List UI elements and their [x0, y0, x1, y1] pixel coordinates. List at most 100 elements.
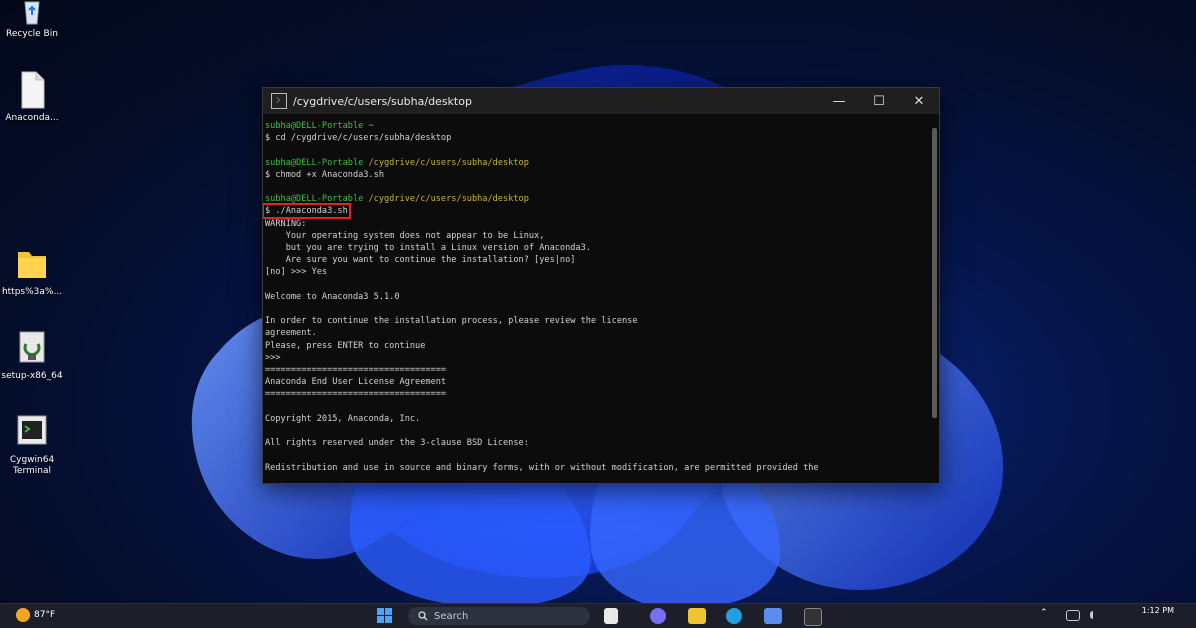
desktop-icon-cygwin-terminal[interactable]: Cygwin64 Terminal [0, 412, 64, 477]
desktop-icon-cygwin-setup[interactable]: setup-x86_64 [0, 328, 64, 382]
network-icon[interactable] [1066, 610, 1080, 621]
minimize-button[interactable]: — [819, 88, 859, 114]
close-button[interactable]: ✕ [899, 88, 939, 114]
taskbar-search[interactable]: Search [408, 607, 590, 625]
terminal-line: subha@DELL-Portable /cygdrive/c/users/su… [265, 157, 929, 169]
terminal-text: $ chmod +x Anaconda3.sh [265, 169, 384, 180]
prompt-path: /cygdrive/c/users/subha/desktop [363, 194, 529, 205]
start-button[interactable] [376, 608, 394, 624]
installer-icon [14, 328, 50, 368]
terminal-line: Welcome to Anaconda3 5.1.0 [265, 291, 929, 303]
terminal-line: =================================== [265, 388, 929, 400]
terminal-line: In order to continue the installation pr… [265, 315, 929, 327]
terminal-text: =================================== [265, 365, 447, 376]
file-explorer-icon[interactable] [688, 608, 706, 624]
terminal-line: Please, press ENTER to continue [265, 340, 929, 352]
terminal-line [265, 401, 929, 413]
terminal-line [265, 449, 929, 461]
terminal-text: Redistribution and use in source and bin… [265, 462, 819, 473]
terminal-text: Anaconda End User License Agreement [265, 377, 447, 388]
scrollbar[interactable] [932, 128, 937, 418]
terminal-line: subha@DELL-Portable /cygdrive/c/users/su… [265, 193, 929, 205]
window-titlebar[interactable]: /cygdrive/c/users/subha/desktop — ☐ ✕ [263, 88, 939, 114]
terminal-line: $ cd /cygdrive/c/users/subha/desktop [265, 132, 929, 144]
desktop-icon-recycle-bin[interactable]: Recycle Bin [0, 0, 64, 40]
terminal-window[interactable]: /cygdrive/c/users/subha/desktop — ☐ ✕ su… [262, 87, 940, 484]
terminal-text: but you are trying to install a Linux ve… [265, 243, 591, 254]
terminal-line: [no] >>> Yes [265, 266, 929, 278]
terminal-line [265, 303, 929, 315]
prompt-path: /cygdrive/c/users/subha/desktop [363, 157, 529, 168]
terminal-text: In order to continue the installation pr… [265, 316, 638, 327]
terminal-output[interactable]: subha@DELL-Portable ~ $ cd /cygdrive/c/us… [263, 114, 929, 483]
maximize-button[interactable]: ☐ [859, 88, 899, 114]
terminal-text: Copyright 2015, Anaconda, Inc. [265, 413, 421, 424]
desktop-icon-label: https%3a%... [1, 287, 63, 297]
chat-icon[interactable] [650, 608, 666, 624]
desktop-icon-label: Cygwin64 Terminal [9, 455, 55, 476]
terminal-line [265, 144, 929, 156]
terminal-line: $ ./Anaconda3.sh [263, 203, 929, 220]
folder-icon [14, 244, 50, 284]
terminal-text: =================================== [265, 389, 447, 400]
terminal-line: agreement. [265, 327, 929, 339]
recycle-bin-icon [14, 0, 50, 26]
search-icon [418, 611, 428, 621]
window-title: /cygdrive/c/users/subha/desktop [293, 94, 472, 108]
terminal-line: Copyright 2015, Anaconda, Inc. [265, 413, 929, 425]
terminal-line [265, 181, 929, 193]
terminal-text: Welcome to Anaconda3 5.1.0 [265, 291, 400, 302]
terminal-line: but you are trying to install a Linux ve… [265, 242, 929, 254]
terminal-line: Redistribution and use in source and bin… [265, 462, 929, 474]
terminal-text: WARNING: [265, 218, 307, 229]
task-view-icon[interactable] [604, 608, 618, 624]
terminal-line: WARNING: [265, 218, 929, 230]
terminal-text: [no] >>> Yes [265, 267, 328, 278]
volume-icon[interactable] [1090, 611, 1105, 619]
prompt-path: ~ [363, 121, 374, 131]
weather-temp: 87°F [34, 610, 56, 620]
tray-chevron-icon[interactable]: ⌃ [1040, 608, 1050, 624]
terminal-taskbar-icon[interactable] [804, 608, 822, 626]
terminal-app-icon [271, 93, 287, 109]
prompt-user: subha@DELL-Portable [265, 121, 364, 131]
edge-icon[interactable] [726, 608, 742, 624]
document-icon [14, 70, 50, 110]
terminal-text: Your operating system does not appear to… [265, 230, 545, 241]
terminal-line: Your operating system does not appear to… [265, 230, 929, 242]
terminal-icon [14, 412, 50, 452]
terminal-line: >>> [265, 352, 929, 364]
taskbar: 87°F Search ⌃ 1:12 PM [0, 603, 1196, 628]
desktop-icon-anaconda-file[interactable]: Anaconda... [0, 70, 64, 124]
desktop-icon-folder[interactable]: https%3a%... [0, 244, 64, 298]
terminal-line [265, 425, 929, 437]
terminal-line: Anaconda End User License Agreement [265, 376, 929, 388]
prompt-user: subha@DELL-Portable [265, 194, 364, 205]
prompt-user: subha@DELL-Portable [265, 157, 364, 168]
terminal-text: >>> [265, 352, 281, 363]
weather-widget[interactable]: 87°F [16, 608, 55, 622]
terminal-line: subha@DELL-Portable ~ [265, 120, 929, 132]
terminal-text: $ cd /cygdrive/c/users/subha/desktop [265, 133, 452, 144]
taskbar-clock[interactable]: 1:12 PM [1142, 606, 1174, 616]
search-placeholder: Search [434, 610, 469, 622]
desktop-icon-label: Recycle Bin [6, 29, 58, 39]
store-icon[interactable] [764, 608, 782, 624]
desktop-icon-label: Anaconda... [5, 113, 59, 123]
terminal-text: agreement. [265, 328, 317, 339]
weather-icon [16, 608, 30, 622]
terminal-line: All rights reserved under the 3-clause B… [265, 437, 929, 449]
highlighted-command: $ ./Anaconda3.sh [263, 203, 351, 220]
terminal-line [265, 279, 929, 291]
desktop-icon-label: setup-x86_64 [1, 371, 63, 381]
terminal-line: $ chmod +x Anaconda3.sh [265, 169, 929, 181]
terminal-text: Are sure you want to continue the instal… [265, 255, 576, 266]
terminal-line: Are sure you want to continue the instal… [265, 254, 929, 266]
terminal-line: =================================== [265, 364, 929, 376]
